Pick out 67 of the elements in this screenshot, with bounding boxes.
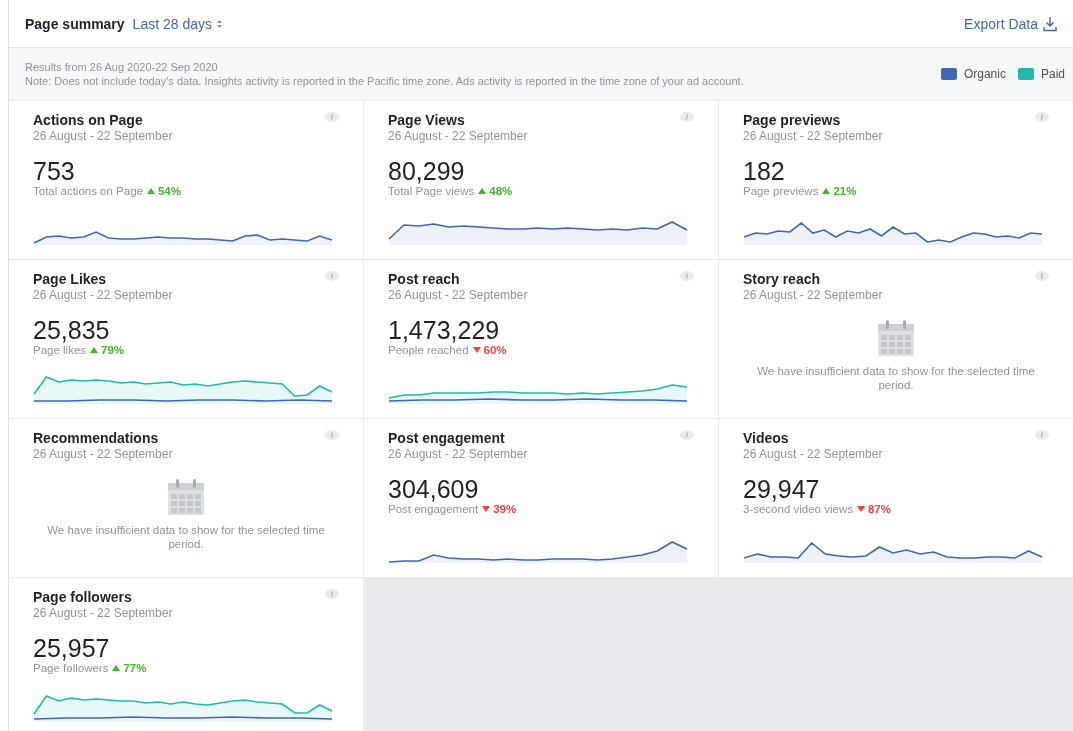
date-range-dropdown[interactable]: Last 28 days	[132, 15, 222, 32]
info-icon[interactable]	[325, 430, 339, 440]
info-icon[interactable]	[1035, 271, 1049, 281]
metric-label: 3-second video views	[743, 503, 853, 515]
date-range-text: 26 August - 22 September	[743, 447, 883, 461]
export-data-link[interactable]: Export Data	[964, 15, 1057, 32]
info-icon[interactable]	[680, 271, 694, 281]
change-percent: 77%	[123, 662, 147, 674]
change-percent: 48%	[489, 185, 513, 197]
change-percent: 54%	[157, 185, 181, 197]
metric-label: Total Page views	[388, 185, 475, 197]
metric-label: Page likes	[33, 344, 87, 356]
metric-value: 753	[33, 157, 76, 185]
info-icon[interactable]	[325, 112, 339, 122]
date-range-text: 26 August - 22 September	[33, 447, 173, 461]
card-title: Videos	[743, 430, 790, 446]
date-range-text: 26 August - 22 September	[33, 129, 173, 143]
change-percent: 87%	[867, 503, 891, 515]
card-title: Post reach	[388, 271, 461, 287]
card-title: Page Views	[388, 112, 466, 128]
metric-value: 304,609	[388, 475, 480, 503]
date-range-text: 26 August - 22 September	[388, 129, 528, 143]
change-percent: 39%	[493, 503, 517, 515]
metric-value: 182	[743, 157, 786, 185]
info-icon[interactable]	[325, 271, 339, 281]
empty-state-message: We have insufficient data to show for the selected time period.	[756, 364, 1036, 392]
metric-value: 1,473,229	[388, 316, 501, 344]
legend-label: Paid	[1040, 67, 1065, 81]
info-icon[interactable]	[325, 589, 339, 599]
date-range-text: 26 August - 22 September	[388, 447, 528, 461]
metric-value: 25,835	[33, 316, 111, 344]
date-range-text: 26 August - 22 September	[388, 288, 528, 302]
change-percent: 21%	[833, 185, 857, 197]
date-range-text: 26 August - 22 September	[743, 129, 883, 143]
date-range-text: 26 August - 22 September	[33, 288, 173, 302]
card-title: Post engagement	[388, 430, 506, 446]
metric-value: 80,299	[388, 157, 466, 185]
date-range-text: 26 August - 22 September	[743, 288, 883, 302]
note-text: Note: Does not include today's data. Insights activity is reported in the Pacific time zone. Ads activity is reported in the time zone of your ad account.	[25, 74, 745, 88]
download-icon	[1043, 15, 1057, 32]
card-title: Page Likes	[33, 271, 108, 287]
metric-label: Post engagement	[388, 503, 479, 515]
metric-value: 29,947	[743, 475, 821, 503]
card-title: Recommendations	[33, 430, 160, 446]
legend-label: Organic	[963, 67, 1006, 81]
date-range-text: 26 August - 22 September	[33, 606, 173, 620]
sort-caret-icon	[217, 19, 222, 28]
calendar-icon	[168, 479, 204, 515]
metric-value: 25,957	[33, 634, 111, 662]
info-icon[interactable]	[1035, 112, 1049, 122]
empty-state-message: We have insufficient data to show for the selected time period.	[46, 523, 326, 551]
info-icon[interactable]	[1035, 430, 1049, 440]
metric-label: Total actions on Page	[33, 185, 143, 197]
results-range-text: Results from 26 Aug 2020-22 Sep 2020	[25, 60, 219, 74]
card-title: Actions on Page	[33, 112, 144, 128]
card-title: Story reach	[743, 271, 822, 287]
info-icon[interactable]	[680, 430, 694, 440]
metric-label: People reached	[388, 344, 469, 356]
metric-label: Page followers	[33, 662, 109, 674]
change-percent: 60%	[483, 344, 507, 356]
card-title: Page previews	[743, 112, 842, 128]
page-title: Page summary	[25, 15, 125, 32]
change-percent: 79%	[101, 344, 125, 356]
calendar-icon	[878, 320, 914, 356]
metric-label: Page previews	[743, 185, 819, 197]
info-icon[interactable]	[680, 112, 694, 122]
card-title: Page followers	[33, 589, 133, 605]
